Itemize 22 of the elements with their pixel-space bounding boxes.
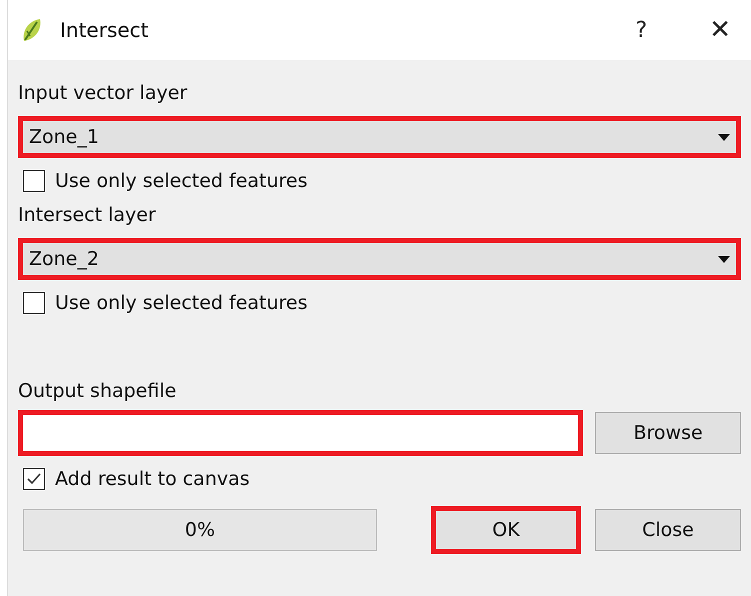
checkmark-icon [26,471,42,487]
checkbox[interactable] [23,170,45,192]
browse-button[interactable]: Browse [595,412,741,454]
ok-button[interactable]: OK [431,506,581,554]
layer-dropdown[interactable]: Zone_1 [18,116,741,158]
field-label: Intersect layer [18,204,157,228]
window-title: Intersect [60,18,149,42]
field-label: Output shapefile [18,380,178,404]
dropdown-arrow-icon [718,256,730,262]
layer-dropdown[interactable]: Zone_2 [18,238,741,280]
checkbox-label: Use only selected features [55,292,308,314]
progress-text: 0% [184,519,216,541]
dropdown-arrow-icon [718,134,730,140]
close-button[interactable]: ✕ [709,15,731,45]
checkbox-label: Use only selected features [55,170,308,192]
help-button[interactable]: ? [636,18,648,42]
close-dialog-button[interactable]: Close [595,509,741,551]
output-path-field[interactable] [18,410,584,456]
checkbox[interactable] [23,468,45,490]
field-label: Input vector layer [18,82,188,106]
checkbox[interactable] [23,292,45,314]
checkbox-label: Add result to canvas [55,468,250,490]
